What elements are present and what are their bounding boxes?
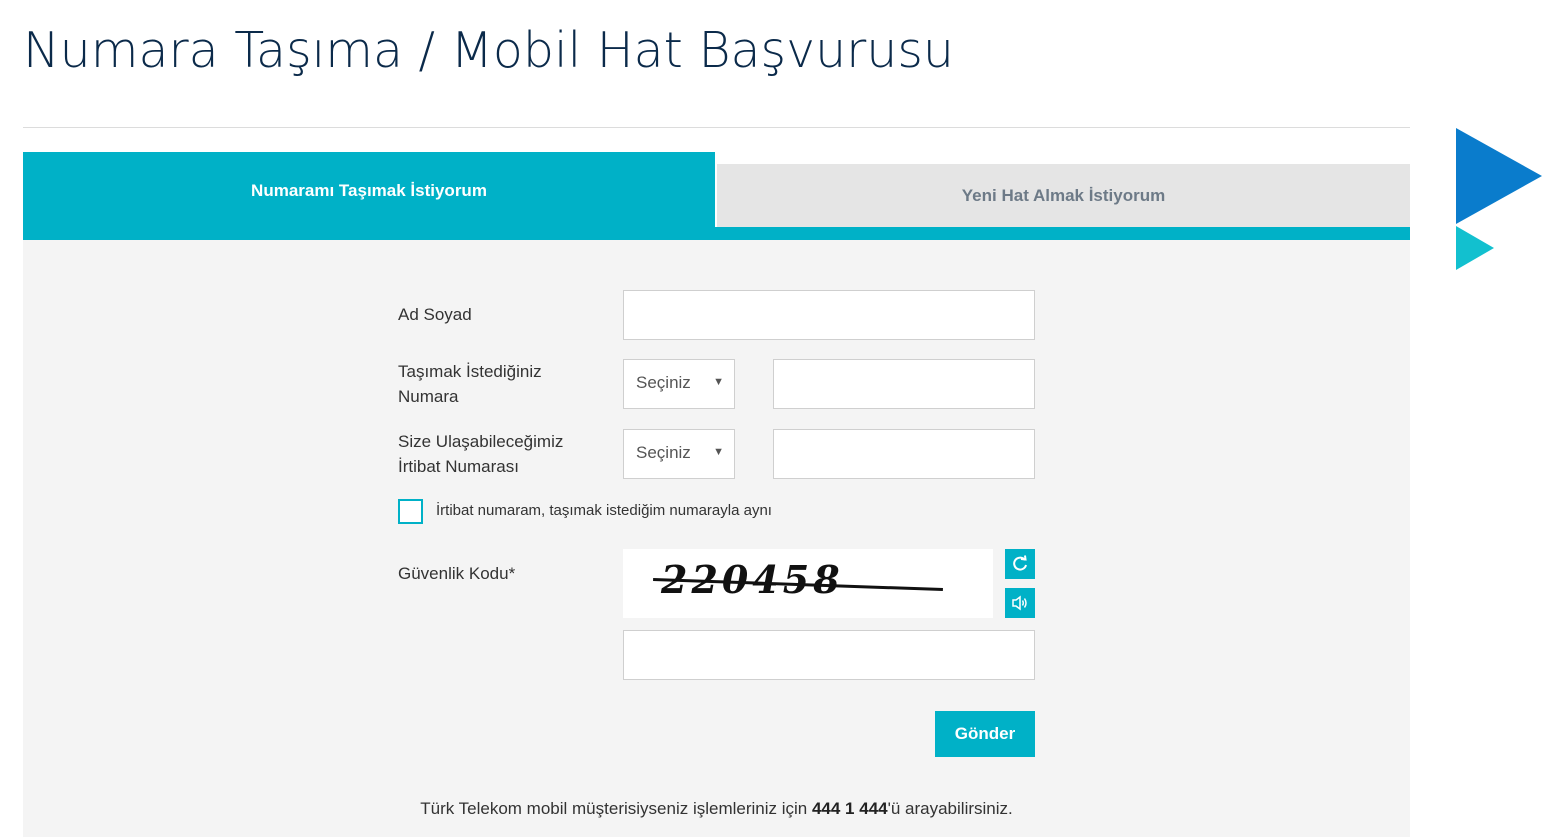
captcha-input[interactable]: [623, 630, 1035, 680]
submit-button[interactable]: Gönder: [935, 711, 1035, 757]
brand-logo-arrow-small: [1456, 226, 1494, 270]
port-number-label-line1: Taşımak İstediğiniz: [398, 362, 542, 381]
tab-bar: Numaramı Taşımak İstiyorum Yeni Hat Alma…: [23, 152, 1410, 240]
port-prefix-select-value: Seçiniz: [636, 373, 691, 392]
footer-phone[interactable]: 444 1 444: [812, 799, 888, 818]
footer-note: Türk Telekom mobil müşterisiyseniz işlem…: [0, 799, 1433, 819]
chevron-down-icon: ▼: [713, 376, 724, 388]
port-number-label-line2: Numara: [398, 387, 459, 406]
name-input[interactable]: [623, 290, 1035, 340]
refresh-icon: [1013, 555, 1027, 571]
footer-note-suffix: 'ü arayabilirsiniz.: [887, 799, 1013, 818]
tab-port-number[interactable]: Numaramı Taşımak İstiyorum: [23, 152, 715, 240]
captcha-image: 220458: [623, 549, 993, 618]
refresh-captcha-button[interactable]: [1005, 549, 1035, 579]
port-prefix-select[interactable]: Seçiniz ▼: [623, 359, 735, 409]
contact-prefix-select[interactable]: Seçiniz ▼: [623, 429, 735, 479]
port-number-label: Taşımak İstediğiniz Numara: [398, 359, 542, 409]
contact-number-input[interactable]: [773, 429, 1035, 479]
name-label: Ad Soyad: [398, 305, 472, 324]
same-number-checkbox-label: İrtibat numaram, taşımak istediğim numar…: [436, 502, 772, 519]
contact-number-label-line2: İrtibat Numarası: [398, 457, 519, 476]
chevron-down-icon: ▼: [713, 446, 724, 458]
tab-new-line[interactable]: Yeni Hat Almak İstiyorum: [717, 164, 1410, 227]
audio-captcha-button[interactable]: [1005, 588, 1035, 618]
contact-number-label-line1: Size Ulaşabileceğimiz: [398, 432, 564, 451]
same-number-checkbox[interactable]: [398, 499, 423, 524]
captcha-label: Güvenlik Kodu*: [398, 564, 516, 583]
contact-prefix-select-value: Seçiniz: [636, 443, 691, 462]
tab-underline: [715, 227, 1410, 240]
port-number-input[interactable]: [773, 359, 1035, 409]
speaker-icon: [1012, 595, 1027, 611]
contact-number-label: Size Ulaşabileceğimiz İrtibat Numarası: [398, 429, 563, 479]
footer-note-prefix: Türk Telekom mobil müşterisiyseniz işlem…: [420, 799, 812, 818]
title-divider: [23, 127, 1410, 128]
brand-logo-arrow-large: [1456, 128, 1542, 224]
page-title: Numara Taşıma / Mobil Hat Başvurusu: [23, 22, 954, 79]
